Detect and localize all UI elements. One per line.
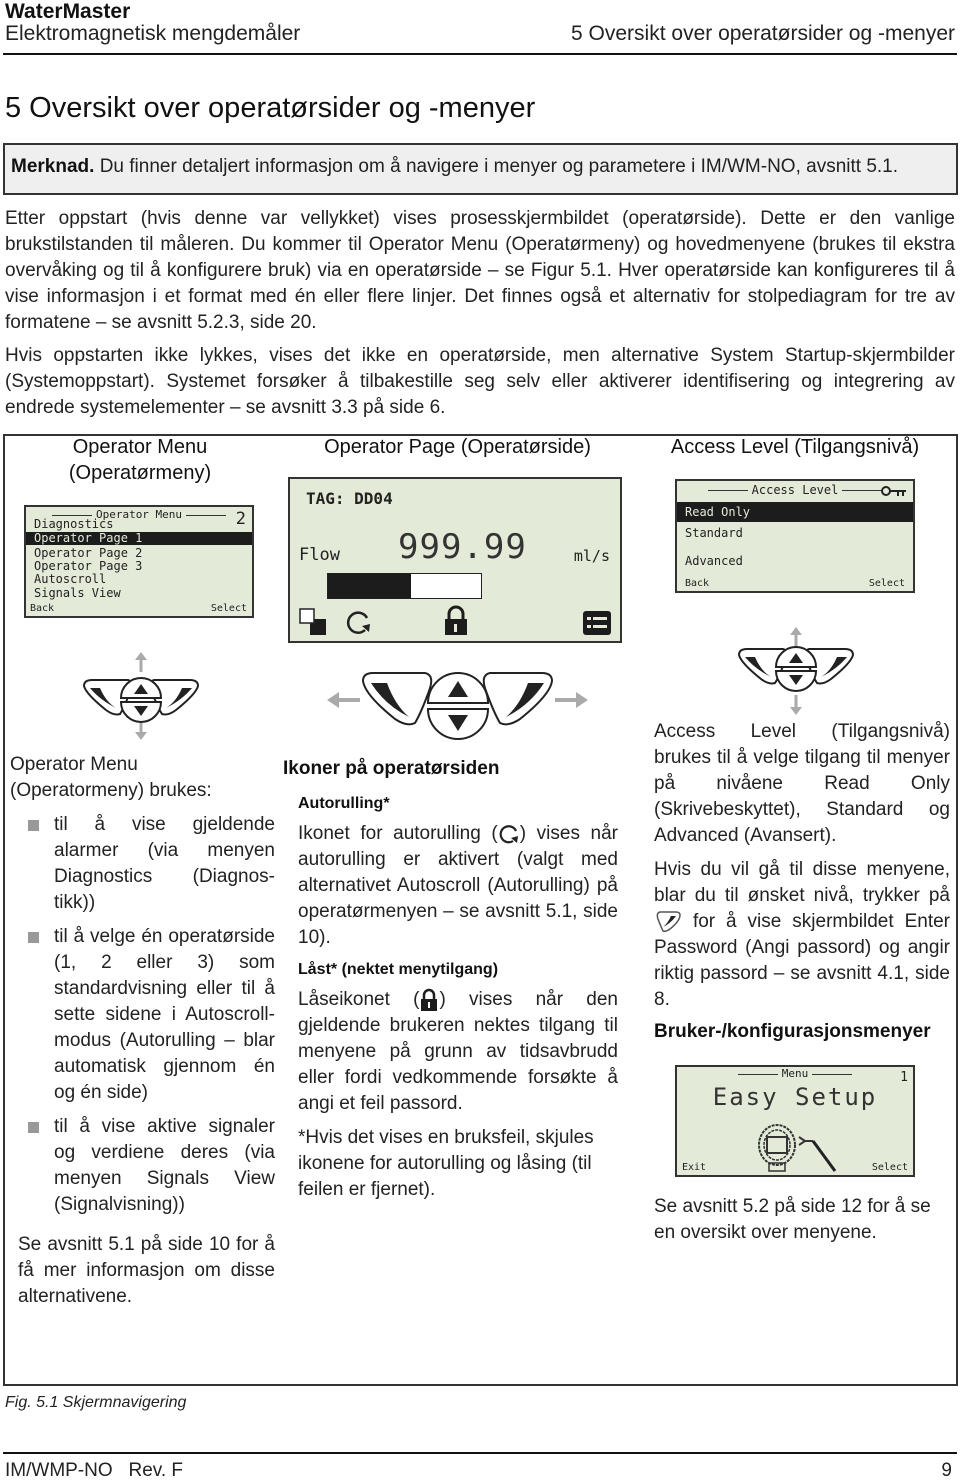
lcd-menu-item[interactable]: Advanced: [681, 555, 909, 568]
bullet-text: til å velge én operatørside (1, 2 eller …: [54, 926, 275, 1103]
operator-menu-intro: Operator Menu (Operatormeny) brukes:: [10, 754, 212, 801]
lcd-flow-bargraph-fill: [328, 574, 411, 598]
lcd-flow-bargraph: [327, 573, 482, 599]
lcd-select-softkey[interactable]: Select: [872, 1162, 908, 1173]
up-arrow-hint-icon: [790, 627, 802, 647]
lcd-header: Access Level: [677, 483, 913, 497]
access-level-text-3: Se avsnitt 5.2 på side 12 for å se en ov…: [654, 1196, 931, 1243]
operator-page-lcd: TAG: DD04 Flow 999.99 ml/s: [288, 477, 622, 643]
page-title: 5 Oversikt over operatørsider og -menyer: [5, 92, 536, 124]
brand-name: WaterMaster: [5, 0, 131, 23]
operator-page-title: Operator Page (Operatørside): [324, 436, 591, 458]
bullet-text: til å vise gjeldende alarmer (via menyen…: [54, 814, 275, 913]
access-level-lcd: Access Level Read Only Standard Advanced…: [675, 479, 915, 593]
lock-icon: [421, 988, 438, 1011]
locked-heading: Låst* (nektet menytilgang): [298, 961, 499, 978]
bullet-item: til å vise aktive signaler og verdiene d…: [10, 1114, 275, 1218]
lcd-header: Menu: [677, 1067, 913, 1080]
right-softkey-icon: [482, 672, 554, 726]
operator-menu-outro: Se avsnitt 5.1 på side 10 for å få mer i…: [18, 1234, 275, 1307]
bullet-item: til å velge én operatørside (1, 2 eller …: [10, 924, 275, 1106]
lcd-menu-item[interactable]: Signals View: [30, 587, 248, 600]
intro-paragraph-1: Etter oppstart (hvis denne var vellykket…: [5, 208, 955, 333]
up-key-icon: [426, 672, 490, 704]
operator-page-description: Autorulling* Ikonet for autorulling () v…: [298, 795, 618, 1203]
key-icon: [881, 486, 906, 496]
access-level-title: Access Level (Tilgangsnivå): [670, 436, 920, 458]
footer-rule: [3, 1452, 957, 1454]
document-id: IM/WMP-NO Rev. F: [5, 1460, 184, 1480]
lcd-select-softkey[interactable]: Select: [211, 603, 247, 614]
note-label: Merknad.: [11, 156, 95, 177]
bullet-item: til å vise gjeldende alarmer (via menyen…: [10, 812, 275, 916]
lcd-menu-item-selected[interactable]: Read Only: [677, 502, 913, 522]
lcd-flow-unit: ml/s: [573, 547, 610, 565]
down-key-icon: [426, 708, 490, 740]
operator-menu-lcd: Operator Menu 2 Diagnostics Operator Pag…: [24, 505, 254, 618]
autoscroll-text-start: Ikonet for autorulling (: [298, 823, 498, 844]
header-rule: [3, 53, 957, 55]
product-subtitle: Elektromagnetisk mengdemåler: [5, 22, 301, 45]
lcd-menu-title: Easy Setup: [712, 1083, 878, 1111]
page-number: 9: [941, 1460, 952, 1480]
menu-icon[interactable]: [582, 610, 612, 636]
operator-menu-title: Operator Menu (Operatørmeny): [30, 434, 250, 486]
easy-setup-lcd: Menu 1 Easy Setup Exit Select: [675, 1065, 915, 1177]
lcd-select-softkey[interactable]: Select: [869, 578, 905, 589]
down-key-icon: [774, 670, 818, 692]
lcd-back-softkey[interactable]: Back: [685, 578, 709, 589]
operator-menu-description: Operator Menu (Operatormeny) brukes: til…: [10, 752, 275, 1310]
autoscroll-heading: Autorulling*: [298, 795, 390, 812]
autoscroll-icon: [346, 611, 370, 634]
lcd-back-softkey[interactable]: Back: [30, 603, 54, 614]
lcd-flow-label: Flow: [299, 545, 340, 565]
operator-menu-title-line1: Operator Menu: [72, 436, 208, 458]
page-toggle-icon: [299, 608, 326, 635]
right-softkey-icon: [656, 911, 681, 932]
access-level-text-2-end: for å vise skjermbildet Enter Password (…: [654, 911, 950, 1010]
right-arrow-hint-icon: [555, 692, 588, 708]
down-arrow-hint-icon: [790, 695, 802, 715]
lcd-menu-item[interactable]: Diagnostics: [30, 518, 248, 531]
icons-heading: Ikoner på operatørsiden: [283, 758, 500, 779]
figure-caption: Fig. 5.1 Skjermnavigering: [5, 1394, 187, 1411]
bullet-marker: [28, 1122, 39, 1133]
setup-tool-icon: [758, 1124, 837, 1172]
access-level-text-2-start: Hvis du vil gå til disse menyene, blar d…: [654, 859, 950, 906]
intro-paragraph-2: Hvis oppstarten ikke lykkes, vises det i…: [5, 345, 955, 418]
keypad-vertical-nav: [82, 652, 200, 740]
keypad-vertical-nav: [737, 627, 855, 715]
access-level-description: Access Level (Tilgangsnivå) brukes til å…: [654, 719, 950, 1043]
bullet-marker: [28, 820, 39, 831]
lcd-flow-value: 999.99: [398, 527, 527, 567]
lcd-menu-item[interactable]: Autoscroll: [30, 573, 248, 586]
autoscroll-text: Ikonet for autorulling () vises når auto…: [298, 821, 618, 951]
up-arrow-hint-icon: [135, 652, 147, 672]
config-menus-heading: Bruker-/konfigurasjonsmenyer: [654, 1021, 931, 1042]
operator-menu-title-line2: (Operatørmeny): [68, 462, 212, 484]
running-section-title: 5 Oversikt over operatørsider og -menyer: [571, 22, 955, 45]
lcd-exit-softkey[interactable]: Exit: [682, 1162, 706, 1173]
access-level-text-2: Hvis du vil gå til disse menyene, blar d…: [654, 857, 950, 1013]
lcd-menu-item[interactable]: Standard: [681, 527, 909, 540]
down-key-icon: [119, 701, 163, 723]
access-level-text-1: Access Level (Tilgangsnivå) brukes til å…: [654, 721, 950, 846]
locked-text-start: Låseikonet (: [298, 989, 420, 1010]
note-text: Du finner detaljert informasjon om å nav…: [94, 156, 899, 177]
bullet-text: til å vise aktive signaler og verdiene d…: [54, 1116, 275, 1215]
icons-footnote: *Hvis det vises en bruksfeil, skjules ik…: [298, 1127, 594, 1200]
locked-text: Låseikonet () vises når den gjeldende br…: [298, 987, 618, 1117]
lcd-tag: TAG: DD04: [306, 489, 393, 508]
lcd-menu-item-selected[interactable]: Operator Page 1: [26, 532, 252, 545]
note-box: Merknad. Du finner detaljert informasjon…: [3, 143, 958, 195]
lock-icon: [445, 605, 467, 635]
left-arrow-hint-icon: [327, 692, 360, 708]
keypad-horizontal-nav: [327, 672, 588, 740]
bullet-marker: [28, 932, 39, 943]
autoscroll-icon: [499, 825, 518, 844]
left-softkey-icon: [361, 672, 433, 726]
